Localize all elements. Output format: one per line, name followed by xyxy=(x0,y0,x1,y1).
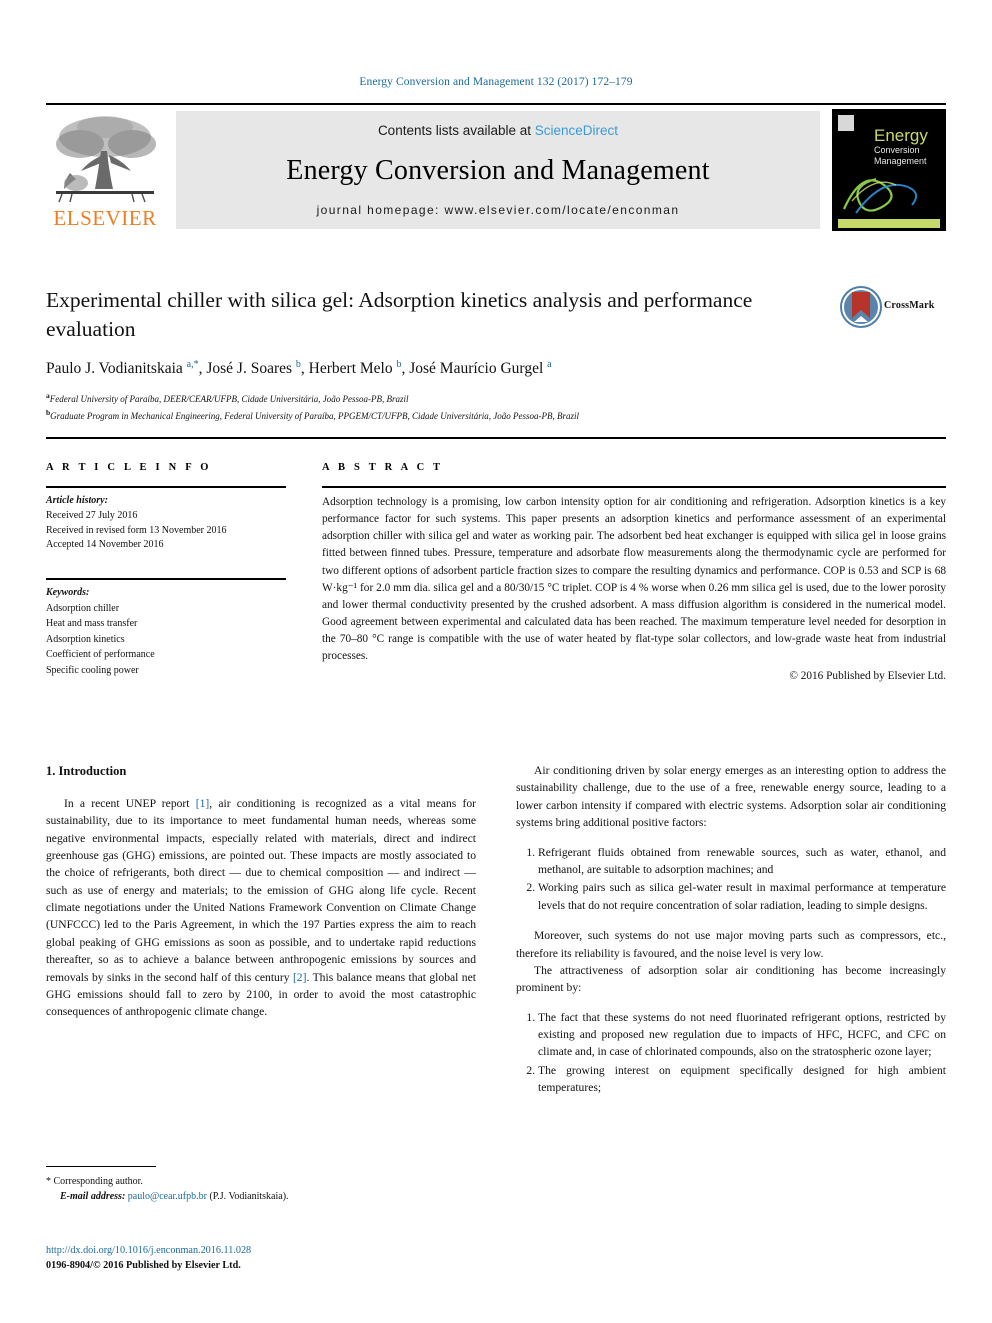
article-info-rule xyxy=(46,486,286,488)
keywords-label: Keywords: xyxy=(46,587,90,598)
keywords-rule xyxy=(46,578,286,580)
keyword-3: Coefficient of performance xyxy=(46,649,155,660)
contents-available-line: Contents lists available at ScienceDirec… xyxy=(176,123,820,138)
page-footer: http://dx.doi.org/10.1016/j.enconman.201… xyxy=(46,1243,476,1274)
intro-paragraph-left: In a recent UNEP report [1], air conditi… xyxy=(46,796,476,1019)
section-heading-introduction: 1. Introduction xyxy=(46,764,127,778)
body-column-right: Air conditioning driven by solar energy … xyxy=(516,762,946,1098)
title-block: Experimental chiller with silica gel: Ad… xyxy=(46,286,946,424)
list-item: The growing interest on equipment specif… xyxy=(538,1062,946,1097)
article-history: Article history: Received 27 July 2016 R… xyxy=(46,494,296,553)
author-list: Paulo J. Vodianitskaia a,*, José J. Soar… xyxy=(46,359,552,378)
article-history-item-1: Received in revised form 13 November 201… xyxy=(46,524,227,536)
journal-masthead: ELSEVIER Contents lists available at Sci… xyxy=(46,103,946,231)
elsevier-wordmark: ELSEVIER xyxy=(53,206,157,230)
svg-text:Energy: Energy xyxy=(874,126,928,145)
footnote-rule xyxy=(46,1166,156,1168)
elsevier-logo: ELSEVIER xyxy=(46,111,164,229)
keyword-0: Adsorption chiller xyxy=(46,602,120,614)
abstract-text: Adsorption technology is a promising, lo… xyxy=(322,496,946,663)
list-item: The fact that these systems do not need … xyxy=(538,1009,946,1061)
citation-ref[interactable]: [1] xyxy=(196,797,210,810)
keyword-4: Specific cooling power xyxy=(46,664,139,676)
elsevier-tree-icon xyxy=(56,116,156,203)
cover-artwork: Energy Conversion Management xyxy=(832,109,946,231)
affiliation-a-text: Federal University of Paraíba, DEER/CEAR… xyxy=(49,393,409,404)
contents-prefix: Contents lists available at xyxy=(377,123,535,138)
keyword-1: Heat and mass transfer xyxy=(46,618,138,629)
keywords-block: Keywords: Adsorption chiller Heat and ma… xyxy=(46,585,296,678)
journal-homepage[interactable]: journal homepage: www.elsevier.com/locat… xyxy=(176,203,820,217)
list-item: Working pairs such as silica gel-water r… xyxy=(538,879,946,914)
article-history-item-0: Received 27 July 2016 xyxy=(46,509,138,521)
svg-text:Management: Management xyxy=(874,156,927,166)
info-abstract-top-rule xyxy=(46,437,946,439)
corresponding-author-text: Corresponding author. xyxy=(53,1176,143,1187)
affiliation-b-text: Graduate Program in Mechanical Engineeri… xyxy=(50,410,580,421)
article-history-item-2: Accepted 14 November 2016 xyxy=(46,539,164,551)
intro-paragraph-right-1: Air conditioning driven by solar energy … xyxy=(516,764,946,830)
footnote-star: * xyxy=(46,1176,51,1187)
abstract-rule xyxy=(322,486,946,488)
svg-text:Conversion: Conversion xyxy=(874,145,920,155)
article-history-label: Article history: xyxy=(46,495,108,506)
journal-title: Energy Conversion and Management xyxy=(286,155,710,186)
masthead-top-rule xyxy=(46,103,946,105)
doi-link[interactable]: http://dx.doi.org/10.1016/j.enconman.201… xyxy=(46,1243,476,1258)
crossmark-label: CrossMark xyxy=(884,300,935,311)
email-link[interactable]: paulo@cear.ufpb.br xyxy=(128,1191,207,1202)
intro-paragraph-right-2: Moreover, such systems do not use major … xyxy=(516,929,946,960)
positive-factors-list: Refrigerant fluids obtained from renewab… xyxy=(516,844,946,915)
body-column-left: 1. Introduction In a recent UNEP report … xyxy=(46,762,476,1021)
affiliation-list: aFederal University of Paraíba, DEER/CEA… xyxy=(46,390,946,424)
crossmark-badge[interactable]: CrossMark xyxy=(840,286,946,330)
journal-cover-thumbnail: Energy Conversion Management xyxy=(832,109,946,231)
abstract-block: Adsorption technology is a promising, lo… xyxy=(322,494,946,685)
keyword-2: Adsorption kinetics xyxy=(46,633,125,645)
list-item: Refrigerant fluids obtained from renewab… xyxy=(538,844,946,879)
issn-copyright-line: 0196-8904/© 2016 Published by Elsevier L… xyxy=(46,1260,241,1272)
corresponding-author-footnote: * Corresponding author. E-mail address: … xyxy=(46,1174,476,1204)
article-info-heading: A R T I C L E I N F O xyxy=(46,462,212,473)
email-suffix: (P.J. Vodianitskaia). xyxy=(209,1191,289,1202)
paper-page: Energy Conversion and Management 132 (20… xyxy=(0,0,992,1323)
email-label: E-mail address: xyxy=(60,1191,126,1202)
abstract-heading: A B S T R A C T xyxy=(322,462,444,473)
email-line: E-mail address: paulo@cear.ufpb.br (P.J.… xyxy=(46,1189,476,1204)
masthead-center-panel: Contents lists available at ScienceDirec… xyxy=(176,111,820,229)
intro-paragraph-right-3: The attractiveness of adsorption solar a… xyxy=(516,963,946,995)
page-title: Experimental chiller with silica gel: Ad… xyxy=(46,288,753,342)
abstract-copyright: © 2016 Published by Elsevier Ltd. xyxy=(789,669,946,682)
attractiveness-list: The fact that these systems do not need … xyxy=(516,1009,946,1097)
affiliation-a: aFederal University of Paraíba, DEER/CEA… xyxy=(46,390,946,407)
affiliation-b: bGraduate Program in Mechanical Engineer… xyxy=(46,407,946,424)
sciencedirect-link[interactable]: ScienceDirect xyxy=(535,123,618,138)
citation-ref[interactable]: [2] xyxy=(293,971,307,984)
corresponding-author-line: * Corresponding author. xyxy=(46,1174,476,1189)
crossmark-icon xyxy=(840,286,882,328)
running-head: Energy Conversion and Management 132 (20… xyxy=(359,76,633,88)
